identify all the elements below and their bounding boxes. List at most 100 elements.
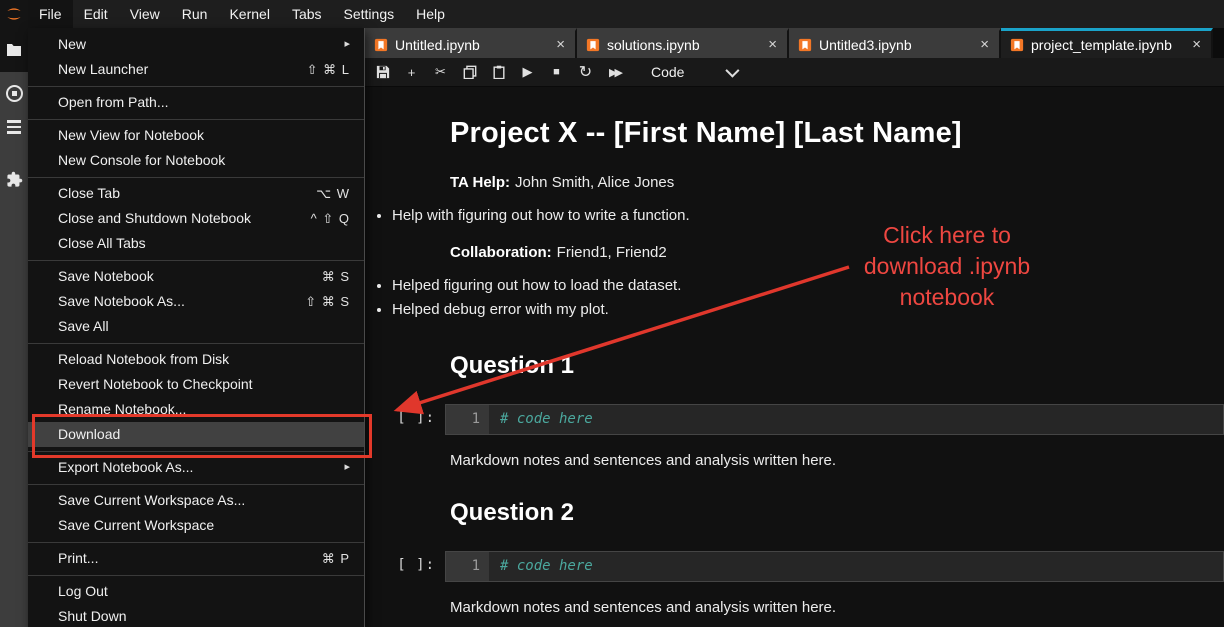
code-comment: # code here <box>500 411 593 427</box>
restart-kernel-icon[interactable]: ↻ <box>576 62 596 82</box>
menu-item-save-current-workspace[interactable]: Save Current Workspace <box>28 513 364 538</box>
left-sidebar <box>0 28 28 627</box>
table-of-contents-icon[interactable] <box>0 110 28 144</box>
run-icon[interactable]: ▶ <box>518 62 538 82</box>
menu-item-open-from-path[interactable]: Open from Path... <box>28 90 364 115</box>
file-menu-dropdown: New ▸ New Launcher ⇧ ⌘ L Open from Path.… <box>28 28 365 627</box>
menu-item-revert-notebook-to-checkpoint[interactable]: Revert Notebook to Checkpoint <box>28 372 364 397</box>
tab-title: project_template.ipynb <box>1031 37 1190 53</box>
ta-help-line: TA Help: John Smith, Alice Jones <box>450 174 1194 191</box>
menu-item-log-out[interactable]: Log Out <box>28 579 364 604</box>
tab-solutions-ipynb[interactable]: solutions.ipynb × <box>577 28 789 58</box>
menu-help[interactable]: Help <box>405 0 456 28</box>
shortcut: ⇧ ⌘ S <box>305 289 350 314</box>
ta-help-value: John Smith, Alice Jones <box>515 174 674 191</box>
collaboration-bullets: Helped figuring out how to load the data… <box>365 277 1224 318</box>
extensions-icon[interactable] <box>0 162 28 196</box>
cell-type-dropdown[interactable]: Code <box>651 64 736 80</box>
cell-prompt: [ ]: <box>365 404 435 426</box>
collaboration-line: Collaboration: Friend1, Friend2 <box>450 244 1194 261</box>
menu-item-new-launcher[interactable]: New Launcher ⇧ ⌘ L <box>28 57 364 82</box>
file-browser-icon[interactable] <box>0 33 28 67</box>
menu-kernel[interactable]: Kernel <box>218 0 280 28</box>
menu-run[interactable]: Run <box>171 0 219 28</box>
menu-separator <box>28 119 364 120</box>
line-number: 1 <box>446 405 489 434</box>
tab-close-icon[interactable]: × <box>1190 36 1203 53</box>
bullet-item: Helped figuring out how to load the data… <box>392 277 1224 294</box>
question-1-heading: Question 1 <box>450 352 1194 380</box>
menu-bar: File Edit View Run Kernel Tabs Settings … <box>0 0 1224 28</box>
restart-run-all-icon[interactable]: ▶▶ <box>605 62 625 82</box>
tab-untitled3-ipynb[interactable]: Untitled3.ipynb × <box>789 28 1001 58</box>
bullet-item: Help with figuring out how to write a fu… <box>392 207 1224 224</box>
ta-help-label: TA Help: <box>450 174 510 191</box>
menu-item-reload-notebook-from-disk[interactable]: Reload Notebook from Disk <box>28 347 364 372</box>
menu-file[interactable]: File <box>28 0 73 28</box>
bullet-item: Helped debug error with my plot. <box>392 301 1224 318</box>
annotation-text: Click here to download .ipynb notebook <box>835 220 1059 313</box>
line-number: 1 <box>446 552 489 581</box>
notebook-icon <box>798 38 812 52</box>
add-cell-icon[interactable]: + <box>402 62 422 82</box>
menu-item-save-current-workspace-as[interactable]: Save Current Workspace As... <box>28 488 364 513</box>
tab-title: solutions.ipynb <box>607 37 766 53</box>
tab-close-icon[interactable]: × <box>766 36 779 53</box>
shortcut: ⌘ P <box>322 546 350 571</box>
tab-close-icon[interactable]: × <box>554 36 567 53</box>
menu-item-new-console-for-notebook[interactable]: New Console for Notebook <box>28 148 364 173</box>
menu-separator <box>28 343 364 344</box>
submenu-arrow-icon: ▸ <box>344 32 350 57</box>
copy-icon[interactable] <box>460 62 480 82</box>
menu-item-close-tab[interactable]: Close Tab ⌥ W <box>28 181 364 206</box>
menu-tabs[interactable]: Tabs <box>281 0 333 28</box>
code-editor[interactable]: 1 # code here <box>445 551 1224 582</box>
collaboration-value: Friend1, Friend2 <box>557 244 667 261</box>
running-kernels-icon[interactable] <box>0 76 28 110</box>
code-cell[interactable]: [ ]: 1 # code here <box>365 551 1224 582</box>
markdown-notes: Markdown notes and sentences and analysi… <box>450 599 1194 616</box>
menu-item-save-notebook[interactable]: Save Notebook ⌘ S <box>28 264 364 289</box>
stop-icon[interactable]: ■ <box>547 62 567 82</box>
notebook-icon <box>374 38 388 52</box>
cell-prompt: [ ]: <box>365 551 435 573</box>
menu-settings[interactable]: Settings <box>333 0 406 28</box>
markdown-notes: Markdown notes and sentences and analysi… <box>450 452 1194 469</box>
cut-icon[interactable]: ✂ <box>431 62 451 82</box>
shortcut: ^ ⇧ Q <box>311 206 350 231</box>
menu-item-save-all[interactable]: Save All <box>28 314 364 339</box>
menu-separator <box>28 86 364 87</box>
menu-separator <box>28 575 364 576</box>
menu-item-close-all-tabs[interactable]: Close All Tabs <box>28 231 364 256</box>
tab-title: Untitled3.ipynb <box>819 37 978 53</box>
menu-item-new-view-for-notebook[interactable]: New View for Notebook <box>28 123 364 148</box>
tab-project-template-ipynb[interactable]: project_template.ipynb × <box>1001 28 1213 58</box>
code-editor[interactable]: 1 # code here <box>445 404 1224 435</box>
collaboration-label: Collaboration: <box>450 244 552 261</box>
save-icon[interactable] <box>373 62 393 82</box>
menu-separator <box>28 260 364 261</box>
menu-item-export-notebook-as[interactable]: Export Notebook As... ▸ <box>28 455 364 480</box>
annotation-highlight-box <box>32 414 372 458</box>
menu-view[interactable]: View <box>119 0 171 28</box>
menu-edit[interactable]: Edit <box>73 0 119 28</box>
code-cell[interactable]: [ ]: 1 # code here <box>365 404 1224 435</box>
tab-untitled-ipynb[interactable]: Untitled.ipynb × <box>365 28 577 58</box>
paste-icon[interactable] <box>489 62 509 82</box>
menu-item-save-notebook-as[interactable]: Save Notebook As... ⇧ ⌘ S <box>28 289 364 314</box>
tab-title: Untitled.ipynb <box>395 37 554 53</box>
menu-item-close-and-shutdown-notebook[interactable]: Close and Shutdown Notebook ^ ⇧ Q <box>28 206 364 231</box>
code-comment: # code here <box>500 558 593 574</box>
cell-type-value: Code <box>651 64 684 80</box>
notebook-document[interactable]: Project X -- [First Name] [Last Name] TA… <box>365 87 1224 627</box>
tab-close-icon[interactable]: × <box>978 36 991 53</box>
shortcut: ⇧ ⌘ L <box>307 57 350 82</box>
jupyterlab-window: File Edit View Run Kernel Tabs Settings … <box>0 0 1224 627</box>
shortcut: ⌥ W <box>316 181 350 206</box>
jupyter-logo-icon <box>0 0 28 28</box>
chevron-down-icon <box>726 64 740 78</box>
question-2-heading: Question 2 <box>450 499 1194 527</box>
menu-item-new[interactable]: New ▸ <box>28 32 364 57</box>
menu-item-shut-down[interactable]: Shut Down <box>28 604 364 627</box>
menu-item-print[interactable]: Print... ⌘ P <box>28 546 364 571</box>
